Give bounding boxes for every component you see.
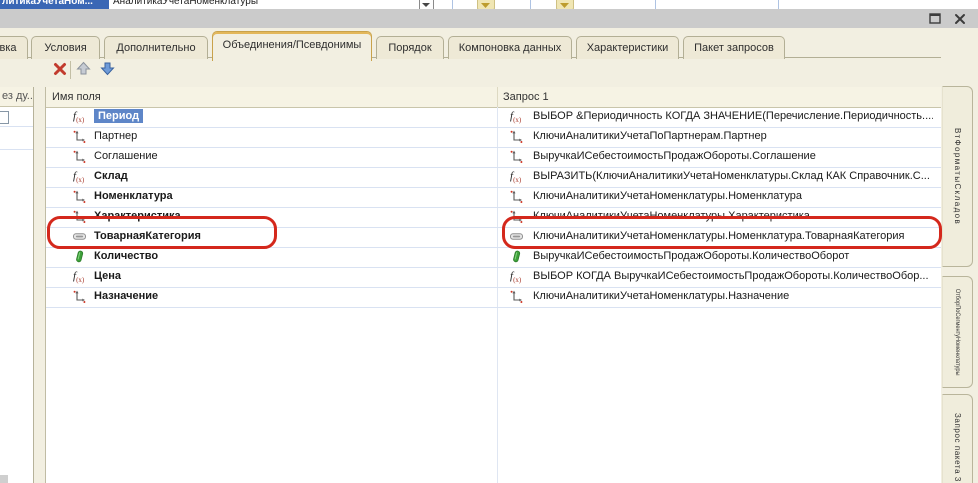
delete-field-button[interactable] [52,61,68,77]
background-cell-text: АналитикаУчетаНоменклатуры [113,0,258,7]
field-name-cell[interactable]: Партнер [94,127,137,146]
tab-7[interactable]: Характеристики [576,36,679,59]
selected-field-name: Период [94,109,143,123]
query-expression-cell[interactable]: ВыручкаИСебестоимостьПродажОбороты.Колич… [533,247,933,266]
move-up-button[interactable] [76,61,92,77]
background-grid-row: литикаУчетаНом... АналитикаУчетаНоменкла… [0,0,978,9]
column-header-field-name: Имя поля [52,87,101,107]
function-icon: f(x) [510,170,523,183]
resource-icon [73,250,86,263]
table-row[interactable]: f(x) Склад f(x) ВЫРАЗИТЬ(КлючиАналитикиУчет… [46,167,941,188]
move-down-button[interactable] [100,61,116,77]
query-expression-cell[interactable]: ВЫРАЗИТЬ(КлючиАналитикиУчетаНоменклатуры… [533,167,933,186]
field-name: Партнер [94,130,137,142]
no-duplicates-column-header: ез ду... [0,87,33,107]
query-batch-tab-strip: ВтФорматыСкладов ОтборПоСегментуНоменклат… [941,57,978,483]
query-list-panel: ез ду... [0,87,34,483]
field-name-cell[interactable]: Цена [94,267,121,286]
field-icon [73,190,86,203]
background-selected-cell[interactable]: литикаУчетаНом... [0,0,109,9]
field-icon [510,290,523,303]
batch-tab-2[interactable]: ОтборПоСегментуНоменклатуры [942,276,973,388]
field-icon [510,130,523,143]
query-designer-dialog: вкаУсловияДополнительноОбъединения/Псевд… [0,28,978,483]
field-name-cell[interactable]: Номенклатура [94,187,173,206]
field-name: Цена [94,270,121,282]
annotation-highlight-query-expression [502,216,942,249]
field-name-cell[interactable]: Назначение [94,287,158,306]
no-duplicates-checkbox[interactable] [0,111,9,124]
background-scrollbar-fragment [0,475,8,483]
tab-bar: вкаУсловияДополнительноОбъединения/Псевд… [0,30,978,58]
table-row[interactable]: f(x) Цена f(x) ВЫБОР КОГДА ВыручкаИСебестои… [46,267,941,288]
tab-8[interactable]: Пакет запросов [683,36,785,59]
resource-icon [510,250,523,263]
grid-separator [452,0,453,9]
title-bar [0,9,978,28]
dropdown-button-icon[interactable] [419,0,434,9]
batch-tab-1[interactable]: ВтФорматыСкладов [942,86,973,267]
tab-5[interactable]: Порядок [376,36,444,59]
field-name-cell[interactable]: Количество [94,247,158,266]
field-name: Номенклатура [94,190,173,202]
grid-separator [778,0,779,9]
batch-tab-label: ВтФорматыСкладов [953,128,962,225]
function-icon: f(x) [73,270,86,283]
field-icon [73,290,86,303]
field-name-cell[interactable]: Соглашение [94,147,158,166]
query-designer-window: литикаУчетаНом... АналитикаУчетаНоменкла… [0,0,978,483]
dropdown-arrow-icon[interactable] [556,0,574,9]
function-icon: f(x) [510,110,523,123]
query-expression-cell[interactable]: КлючиАналитикиУчетаПоПартнерам.Партнер [533,127,933,146]
query-expression-cell[interactable]: ВЫБОР &Периодичность КОГДА ЗНАЧЕНИЕ(Пере… [533,107,933,126]
grid-separator [530,0,531,9]
field-name: Количество [94,250,158,262]
function-icon: f(x) [510,270,523,283]
dropdown-arrow-icon[interactable] [477,0,495,9]
tab-3[interactable]: Дополнительно [104,36,208,59]
tab-1[interactable]: вка [0,36,28,59]
field-name-cell[interactable]: Период [94,107,143,126]
field-name: Назначение [94,290,158,302]
column-header-query1: Запрос 1 [503,87,549,107]
toolbar-separator [70,61,71,79]
grid-separator [655,0,656,9]
table-row[interactable]: Партнер КлючиАналитикиУчетаПоПартнерам.Па… [46,127,941,148]
tab-2[interactable]: Условия [31,36,100,59]
background-selected-cell-text: литикаУчетаНом... [2,0,93,7]
close-icon[interactable] [953,12,969,26]
field-icon [510,190,523,203]
maximize-icon[interactable] [928,12,944,26]
field-name: Склад [94,170,128,182]
query-expression-cell[interactable]: КлючиАналитикиУчетаНоменклатуры.Номенкла… [533,187,933,206]
batch-tab-3[interactable]: Запрос пакета 3 [942,394,973,483]
function-icon: f(x) [73,170,86,183]
field-icon [73,130,86,143]
row-separator [0,149,33,150]
function-icon: f(x) [73,110,86,123]
column-separator [497,87,498,107]
table-row[interactable]: Количество ВыручкаИСебестоимостьПродажОбо… [46,247,941,268]
field-name-cell[interactable]: Склад [94,167,128,186]
annotation-highlight-field-name [47,216,277,249]
row-separator [0,126,33,127]
field-icon [73,150,86,163]
batch-tab-label: ОтборПоСегментуНоменклатуры [954,289,961,376]
field-name: Соглашение [94,150,158,162]
query-expression-cell[interactable]: КлючиАналитикиУчетаНоменклатуры.Назначен… [533,287,933,306]
fields-table-header: Имя поля Запрос 1 [46,87,941,108]
table-row[interactable]: Номенклатура КлючиАналитикиУчетаНоменклат… [46,187,941,208]
query-expression-cell[interactable]: ВыручкаИСебестоимостьПродажОбороты.Согла… [533,147,933,166]
query-expression-cell[interactable]: ВЫБОР КОГДА ВыручкаИСебестоимостьПродажО… [533,267,933,286]
tab-6[interactable]: Компоновка данных [448,36,572,59]
table-row[interactable]: Назначение КлючиАналитикиУчетаНоменклатур… [46,287,941,308]
fields-table: Имя поля Запрос 1 f(x) Период f(x) ВЫБОР &П… [46,87,942,483]
table-row[interactable]: f(x) Период f(x) ВЫБОР &Периодичность КОГДА… [46,107,941,128]
field-icon [510,150,523,163]
batch-tab-label: Запрос пакета 3 [953,413,962,482]
table-row[interactable]: Соглашение ВыручкаИСебестоимостьПродажОбо… [46,147,941,168]
tab-4[interactable]: Объединения/Псевдонимы [212,31,372,61]
